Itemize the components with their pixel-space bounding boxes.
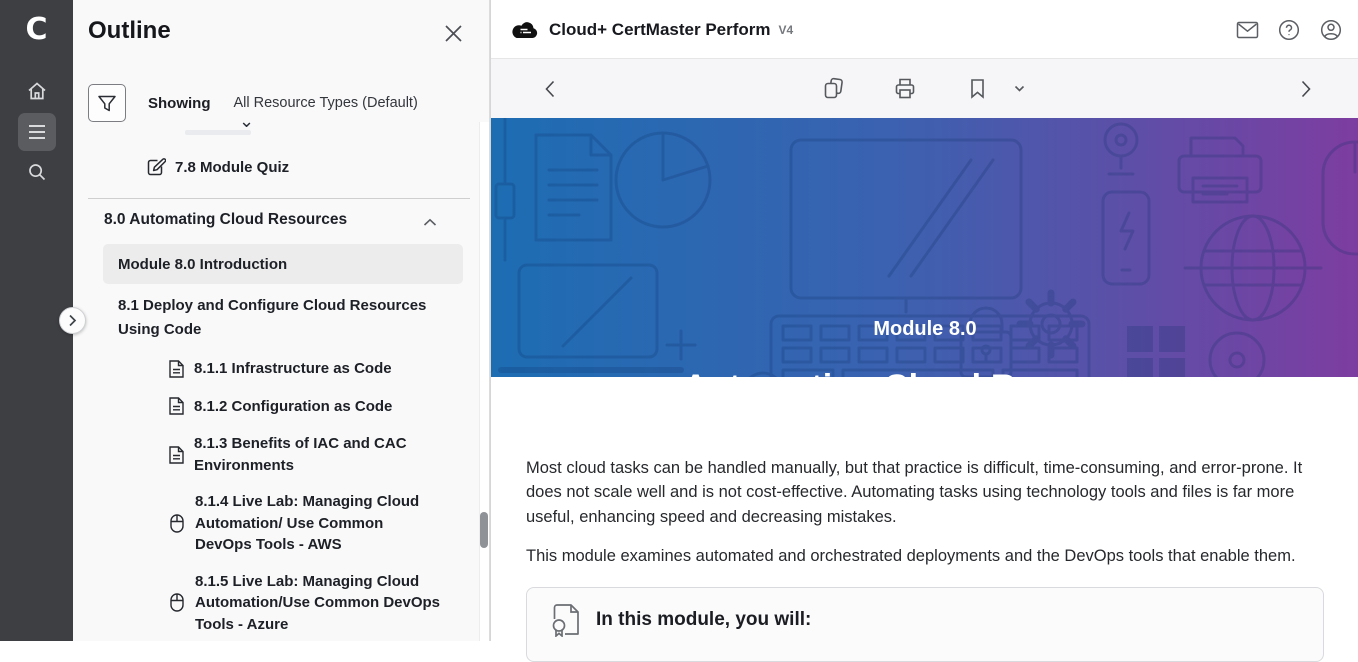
app-version: V4 — [779, 23, 794, 37]
panel-collapse-button[interactable] — [59, 307, 86, 334]
outline-menu-button[interactable] — [18, 113, 56, 151]
filter-button[interactable] — [88, 84, 126, 122]
brand-logo[interactable]: C — [0, 12, 73, 47]
outline-item-label: 7.8 Module Quiz — [175, 159, 289, 176]
header-icons — [1235, 0, 1343, 59]
toolbar — [491, 59, 1358, 118]
home-button[interactable] — [18, 72, 56, 110]
chevron-right-icon — [1301, 80, 1311, 98]
mail-icon — [1236, 21, 1259, 39]
outline-section-8-0[interactable]: 8.0 Automating Cloud Resources — [73, 211, 479, 229]
next-page-button[interactable] — [1291, 59, 1321, 118]
outline-item-label: 8.1.3 Benefits of IAC and CAC Environmen… — [194, 433, 440, 476]
outline-item-label: 8.1.2 Configuration as Code — [194, 396, 392, 418]
outline-item-8-1[interactable]: 8.1 Deploy and Configure Cloud Resources… — [73, 294, 448, 342]
help-icon — [1278, 19, 1300, 41]
module-banner: Module 8.0 Automating Cloud Resources — [491, 118, 1358, 377]
outline-item-8-1-2[interactable]: 8.1.2 Configuration as Code — [73, 396, 479, 418]
module-objectives-callout: In this module, you will: — [526, 587, 1324, 662]
close-outline-button[interactable] — [441, 21, 465, 45]
outline-list: ⌄ 7.8 Module Quiz 8.0 Automating Cloud R… — [73, 122, 479, 641]
callout-heading: In this module, you will: — [596, 609, 811, 631]
filter-row: Showing All Resource Types (Default) — [88, 84, 418, 122]
bookmark-icon — [969, 78, 986, 99]
close-icon — [444, 24, 463, 43]
search-icon — [27, 162, 47, 182]
profile-icon — [1320, 19, 1342, 41]
article-body: Most cloud tasks can be handled manually… — [526, 377, 1324, 662]
panel-collapse-chevron-icon — [68, 314, 77, 327]
bookmark-button[interactable] — [965, 78, 989, 99]
outline-title: Outline — [88, 17, 171, 45]
lab-mouse-icon — [168, 513, 186, 534]
outline-scrollbar-track[interactable] — [479, 122, 489, 641]
document-icon — [168, 396, 185, 416]
outline-item-module-intro-selected[interactable]: Module 8.0 Introduction — [103, 244, 463, 284]
banner-module-title: Automating Cloud Resources — [491, 368, 1358, 377]
document-icon — [168, 359, 185, 379]
quiz-edit-icon — [146, 157, 166, 177]
search-button[interactable] — [18, 153, 56, 191]
print-icon — [894, 77, 916, 100]
outline-scrollbar-thumb[interactable] — [480, 512, 488, 548]
help-button[interactable] — [1277, 18, 1301, 42]
cloud-brand-icon — [511, 19, 539, 41]
outline-item-8-1-5[interactable]: 8.1.5 Live Lab: Managing Cloud Automatio… — [73, 571, 479, 636]
app-title: Cloud+ CertMaster Perform — [549, 20, 771, 40]
outline-divider — [88, 198, 470, 199]
outline-panel: Outline Showing All Resource Types (Defa… — [73, 0, 490, 641]
outline-item-module-quiz[interactable]: 7.8 Module Quiz — [73, 157, 479, 177]
outline-item-label: 8.1.1 Infrastructure as Code — [194, 358, 392, 380]
home-icon — [26, 80, 48, 102]
chevron-up-icon[interactable] — [423, 214, 437, 232]
document-icon — [168, 445, 185, 465]
chevron-down-icon — [1014, 85, 1025, 92]
chevron-left-icon — [545, 80, 555, 98]
clipped-item-fragment: ⌄ — [73, 122, 479, 140]
filter-funnel-icon — [97, 94, 117, 113]
outline-item-8-1-4[interactable]: 8.1.4 Live Lab: Managing Cloud Automatio… — [73, 491, 479, 556]
certificate-icon — [551, 603, 581, 637]
lab-mouse-icon — [168, 592, 186, 613]
bookmark-menu-button[interactable] — [1007, 85, 1031, 92]
toolbar-center-group — [821, 59, 1079, 118]
print-button[interactable] — [893, 77, 917, 100]
filter-value[interactable]: All Resource Types (Default) — [234, 95, 418, 111]
copy-icon — [822, 77, 844, 101]
banner-module-label: Module 8.0 — [491, 318, 1358, 341]
main-content: Cloud+ CertMaster Perform V4 — [490, 0, 1358, 641]
outline-section-label: 8.0 Automating Cloud Resources — [104, 211, 347, 228]
outline-item-8-1-1[interactable]: 8.1.1 Infrastructure as Code — [73, 358, 479, 380]
menu-icon — [27, 124, 47, 140]
mail-button[interactable] — [1235, 18, 1259, 42]
module-overview-paragraph: This module examines automated and orche… — [526, 544, 1324, 568]
outline-item-8-1-3[interactable]: 8.1.3 Benefits of IAC and CAC Environmen… — [73, 433, 479, 476]
outline-item-label: 8.1.5 Live Lab: Managing Cloud Automatio… — [195, 571, 441, 636]
brand: Cloud+ CertMaster Perform V4 — [511, 0, 793, 59]
intro-paragraph: Most cloud tasks can be handled manually… — [526, 456, 1324, 529]
app-header: Cloud+ CertMaster Perform V4 — [491, 0, 1358, 59]
outline-item-label: 8.1 Deploy and Configure Cloud Resources… — [118, 297, 426, 338]
previous-page-button[interactable] — [535, 59, 565, 118]
profile-button[interactable] — [1319, 18, 1343, 42]
outline-item-label: 8.1.4 Live Lab: Managing Cloud Automatio… — [195, 491, 441, 556]
outline-item-label: Module 8.0 Introduction — [118, 256, 287, 273]
filter-showing-label: Showing — [148, 95, 211, 112]
copy-button[interactable] — [821, 77, 845, 101]
